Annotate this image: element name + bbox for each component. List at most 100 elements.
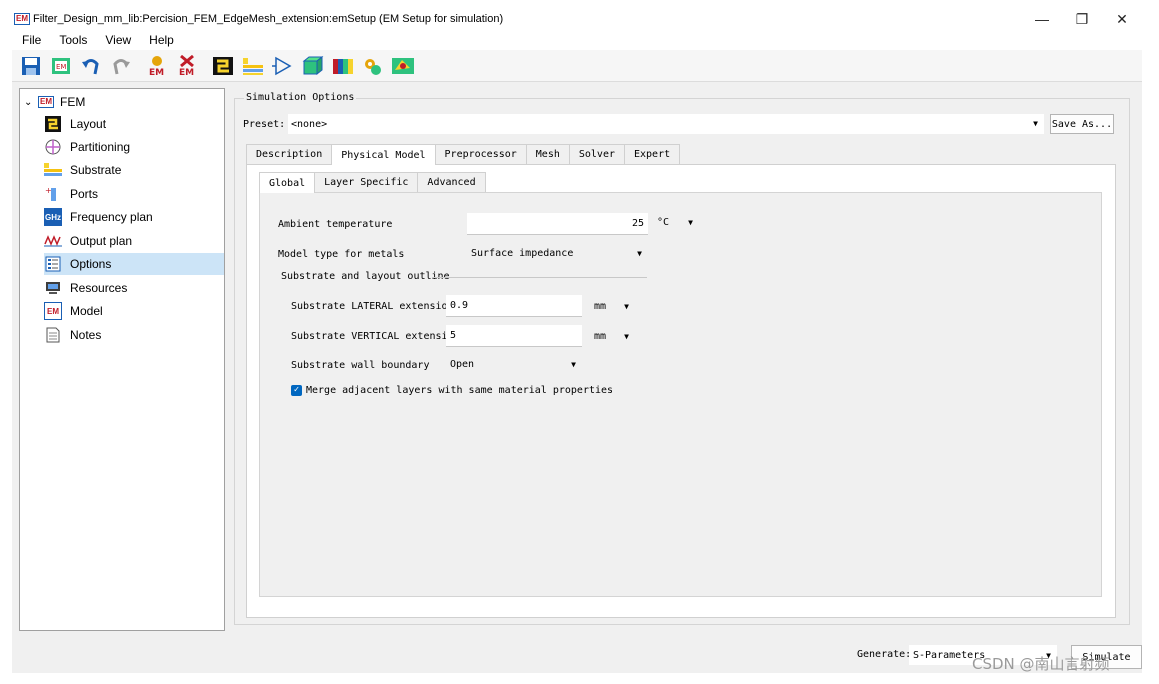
tree-item-notes[interactable]: Notes [44, 324, 224, 346]
tab-description[interactable]: Description [246, 144, 333, 164]
tab-expert[interactable]: Expert [624, 144, 681, 164]
title-bar: EM Filter_Design_mm_lib:Percision_FEM_Ed… [12, 8, 1142, 30]
menu-tools[interactable]: Tools [59, 33, 87, 47]
layout-icon [44, 115, 62, 133]
gear-stack-icon[interactable] [360, 53, 386, 79]
close-button[interactable]: ✕ [1102, 8, 1142, 30]
simulation-options-panel: Simulation Options Preset: <none> ▼ Save… [234, 88, 1130, 625]
substrate-icon [44, 161, 62, 179]
port-triangle-icon[interactable] [270, 53, 296, 79]
tree-item-label: Output plan [70, 234, 133, 248]
layout-icon[interactable] [210, 53, 236, 79]
vertical-unit-value: mm [594, 330, 607, 342]
tab-physical-model[interactable]: Physical Model [331, 144, 436, 165]
tree-root-fem[interactable]: ⌄ EM FEM [24, 93, 85, 111]
tab-preprocessor[interactable]: Preprocessor [434, 144, 527, 164]
merge-layers-label: Merge adjacent layers with same material… [306, 385, 614, 396]
svg-text:EM: EM [179, 68, 194, 77]
physical-model-panel: Global Layer Specific Advanced Ambient t… [246, 164, 1116, 618]
vertical-extension-input[interactable]: 5 [446, 325, 582, 347]
chevron-down-icon: ▼ [571, 359, 576, 369]
tree-item-options[interactable]: Options [44, 253, 224, 275]
menu-view[interactable]: View [105, 33, 131, 47]
tree-item-label: Model [70, 304, 103, 318]
tree-item-label: Frequency plan [70, 210, 153, 224]
resources-icon [44, 279, 62, 297]
group-title: Simulation Options [244, 92, 357, 103]
mesh-map-icon[interactable] [390, 53, 416, 79]
tree-item-label: Notes [70, 328, 102, 342]
wall-boundary-label: Substrate wall boundary [291, 360, 430, 371]
metal-model-value: Surface impedance [471, 247, 574, 259]
tree-item-partitioning[interactable]: Partitioning [44, 136, 224, 158]
tree-item-label: Layout [70, 117, 107, 131]
frequency-icon: GHz [44, 208, 62, 226]
em-logo-icon: EM [38, 96, 54, 108]
menu-file[interactable]: File [22, 33, 41, 47]
watermark-text: CSDN @南山言射频 [972, 655, 1110, 673]
tree-item-label: Partitioning [70, 140, 131, 154]
svg-text:EM: EM [149, 68, 164, 77]
metal-model-label: Model type for metals [278, 249, 405, 260]
subtab-layer-specific[interactable]: Layer Specific [314, 172, 419, 192]
window-title: Filter_Design_mm_lib:Percision_FEM_EdgeM… [33, 13, 504, 25]
tree-item-layout[interactable]: Layout [44, 113, 224, 135]
preset-value: <none> [291, 118, 328, 130]
undo-icon[interactable] [78, 53, 104, 79]
tree-item-model[interactable]: EM Model [44, 300, 224, 322]
temperature-unit-combo[interactable]: °C ▼ [653, 211, 699, 233]
chevron-down-icon: ▼ [637, 248, 642, 258]
notes-icon [44, 326, 62, 344]
color-blocks-icon[interactable] [330, 53, 356, 79]
substrate-icon[interactable] [240, 53, 266, 79]
preset-label: Preset: [243, 119, 286, 130]
partitioning-icon [44, 138, 62, 156]
save-as-button[interactable]: Save As... [1050, 114, 1114, 134]
wall-boundary-combo[interactable]: Open ▼ [446, 353, 582, 375]
redo-icon[interactable] [108, 53, 134, 79]
lateral-unit-combo[interactable]: mm ▼ [590, 295, 635, 317]
em-settings-icon[interactable]: EM [144, 53, 170, 79]
subtab-advanced[interactable]: Advanced [417, 172, 486, 192]
menu-help[interactable]: Help [149, 33, 174, 47]
tab-solver[interactable]: Solver [568, 144, 625, 164]
lateral-extension-label: Substrate LATERAL extension [291, 301, 454, 312]
preset-combo[interactable]: <none> ▼ [288, 114, 1044, 134]
options-icon [44, 255, 62, 273]
chevron-down-icon: ▼ [624, 331, 629, 341]
ambient-temperature-input[interactable]: 25 [467, 213, 648, 235]
model-icon: EM [44, 302, 62, 320]
tree-item-ports[interactable]: + Ports [44, 183, 224, 205]
tree-item-output-plan[interactable]: Output plan [44, 230, 224, 252]
minimize-button[interactable]: — [1022, 8, 1062, 30]
outline-group-divider [432, 277, 647, 278]
save-icon[interactable] [18, 53, 44, 79]
em-delete-icon[interactable]: EM [174, 53, 200, 79]
tree-item-substrate[interactable]: Substrate [44, 159, 224, 181]
tree-item-frequency-plan[interactable]: GHz Frequency plan [44, 206, 224, 228]
wall-boundary-value: Open [450, 358, 475, 370]
window-controls: — ❐ ✕ [1022, 8, 1142, 30]
tree-item-label: Substrate [70, 163, 122, 177]
tree-item-label: Ports [70, 187, 99, 201]
chevron-down-icon: ▼ [688, 217, 693, 227]
ambient-temperature-value: 25 [631, 218, 644, 229]
merge-layers-checkbox[interactable]: ✓ [291, 385, 302, 396]
vertical-unit-combo[interactable]: mm ▼ [590, 325, 635, 347]
tree-root-label: FEM [60, 95, 86, 109]
chevron-down-icon[interactable]: ⌄ [24, 97, 36, 108]
metal-model-combo[interactable]: Surface impedance ▼ [467, 242, 648, 264]
temperature-unit-value: °C [657, 216, 670, 228]
box-3d-icon[interactable] [300, 53, 326, 79]
em-window-icon[interactable]: EM [48, 53, 74, 79]
physical-model-subtabs: Global Layer Specific Advanced [259, 172, 486, 193]
menu-bar: File Tools View Help [12, 30, 1142, 50]
ports-icon: + [44, 185, 62, 203]
lateral-extension-input[interactable]: 0.9 [446, 295, 582, 317]
tab-mesh[interactable]: Mesh [525, 144, 570, 164]
tree-item-resources[interactable]: Resources [44, 277, 224, 299]
lateral-extension-value: 0.9 [450, 300, 469, 311]
subtab-global[interactable]: Global [259, 172, 316, 193]
restore-button[interactable]: ❐ [1062, 8, 1102, 30]
output-plan-icon [44, 232, 62, 250]
